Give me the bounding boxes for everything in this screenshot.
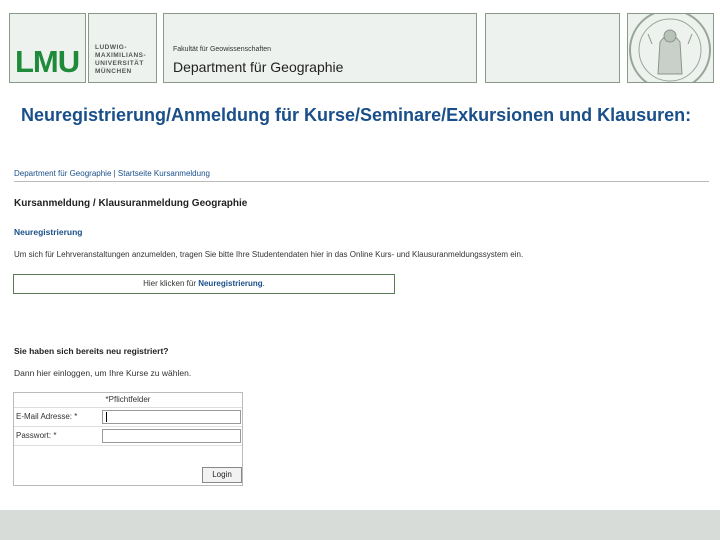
embedded-screenshot: Department für Geographie | Startseite K… <box>9 160 713 496</box>
register-button-suffix: . <box>262 279 265 288</box>
slide-footer-band <box>0 510 720 540</box>
register-button[interactable]: Hier klicken für Neuregistrierung. <box>13 274 395 294</box>
university-seal <box>627 13 714 83</box>
lmu-logo: LMU <box>9 13 86 83</box>
password-row: Passwort: * <box>14 427 242 446</box>
text-cursor <box>106 412 107 422</box>
register-button-prefix: Hier klicken für <box>143 279 199 288</box>
section-title-registration: Neuregistrierung <box>14 227 83 237</box>
department-box: Fakultät für Geowissenschaften Departmen… <box>163 13 477 83</box>
password-field[interactable] <box>102 429 241 443</box>
password-label: Passwort: * <box>16 431 57 440</box>
login-button[interactable]: Login <box>202 467 242 483</box>
login-form: *Pflichtfelder E-Mail Adresse: * Passwor… <box>13 392 243 486</box>
login-instructions: Dann hier einloggen, um Ihre Kurse zu wä… <box>14 368 192 378</box>
university-name: LUDWIG- MAXIMILIANS- UNIVERSITÄT MÜNCHEN <box>95 44 147 75</box>
register-button-strong: Neuregistrierung <box>198 279 263 288</box>
breadcrumb[interactable]: Department für Geographie | Startseite K… <box>14 169 210 178</box>
divider <box>14 181 709 182</box>
department-name: Department für Geographie <box>173 59 344 75</box>
slide-heading: Neuregistrierung/Anmeldung für Kurse/Sem… <box>21 105 692 125</box>
required-fields-note: *Pflichtfelder <box>14 393 242 408</box>
page-title: Kursanmeldung / Klausuranmeldung Geograp… <box>14 198 248 209</box>
email-row: E-Mail Adresse: * <box>14 408 242 427</box>
email-label: E-Mail Adresse: * <box>16 412 78 421</box>
email-field[interactable] <box>102 410 241 424</box>
lmu-logo-text: LMU <box>15 44 80 79</box>
login-question: Sie haben sich bereits neu registriert? <box>14 346 169 356</box>
faculty-name: Fakultät für Geowissenschaften <box>173 46 272 53</box>
header-spacer-box <box>485 13 620 83</box>
university-name-box: LUDWIG- MAXIMILIANS- UNIVERSITÄT MÜNCHEN <box>88 13 157 83</box>
registration-description: Um sich für Lehrveranstaltungen anzumeld… <box>14 250 524 259</box>
slide-header: LMU LUDWIG- MAXIMILIANS- UNIVERSITÄT MÜN… <box>0 0 720 96</box>
university-seal-icon <box>629 14 711 82</box>
